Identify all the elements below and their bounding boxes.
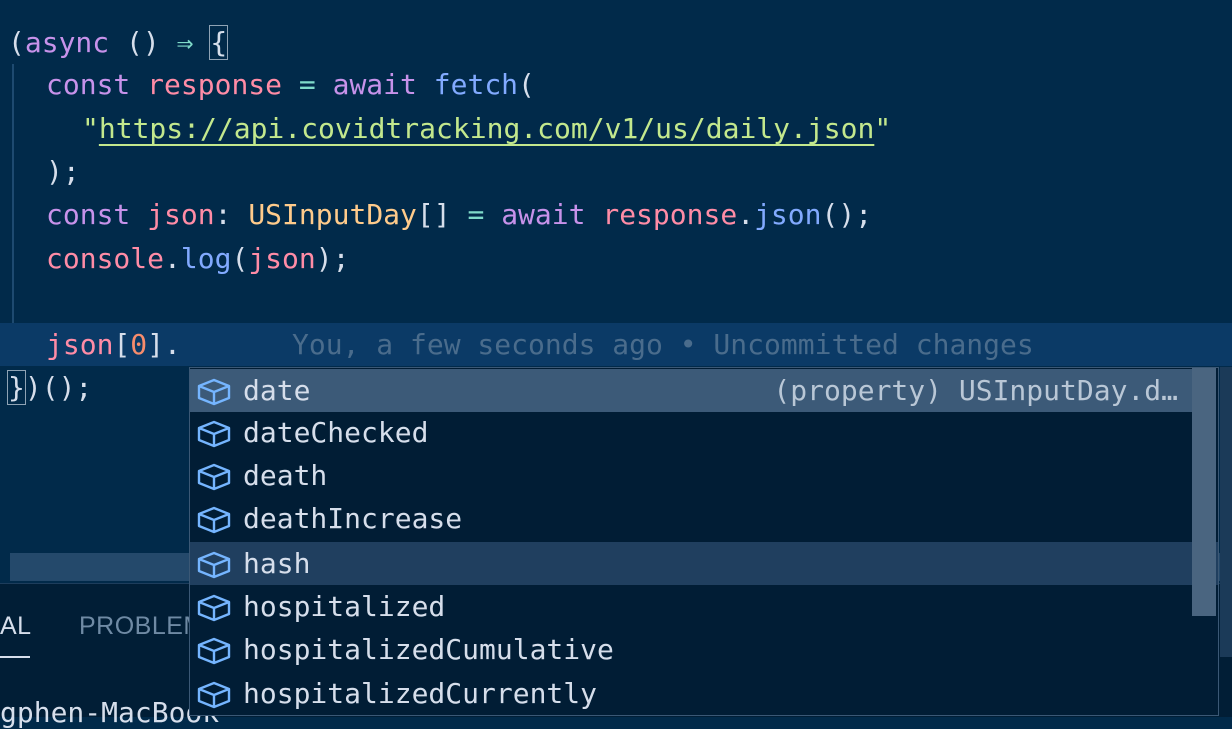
property-cube-icon — [197, 420, 231, 448]
property-cube-icon — [197, 551, 231, 579]
property-cube-icon — [197, 681, 231, 709]
suggest-item-label: deathIncrease — [243, 502, 463, 535]
editor-vertical-scrollbar[interactable] — [1220, 367, 1232, 657]
suggest-item-label: dateChecked — [243, 416, 429, 449]
code-line-8[interactable]: json[0]. — [46, 323, 181, 366]
code-line-3[interactable]: "https://api.covidtracking.com/v1/us/dai… — [82, 107, 891, 150]
suggest-scrollbar-thumb[interactable] — [1192, 368, 1216, 616]
suggest-item-label: date — [243, 374, 311, 407]
git-blame-annotation: You, a few seconds ago • Uncommitted cha… — [292, 328, 1034, 361]
property-cube-icon — [197, 594, 231, 622]
code-line-9[interactable]: })(); — [7, 366, 92, 409]
suggest-item[interactable]: hospitalizedCumulative — [190, 628, 1192, 671]
property-cube-icon — [197, 506, 231, 534]
suggest-item[interactable]: hospitalizedCurrently — [190, 672, 1192, 715]
suggest-item[interactable]: death — [190, 454, 1192, 497]
suggest-item[interactable]: date (property) USInputDay.d… — [190, 369, 1192, 412]
suggest-item-label: hash — [243, 547, 311, 580]
suggest-item-label: hospitalized — [243, 590, 446, 623]
code-line-5[interactable]: const json: USInputDay[] = await respons… — [46, 193, 872, 236]
suggest-item[interactable]: hospitalized — [190, 585, 1192, 628]
terminal-prompt[interactable]: gphen-MacBook — [0, 696, 219, 729]
matched-bracket: { — [209, 25, 229, 60]
matched-bracket: } — [7, 370, 26, 405]
url-link: https://api.covidtracking.com/v1/us/dail… — [98, 112, 875, 145]
suggest-item[interactable]: dateChecked — [190, 411, 1192, 454]
code-line-4[interactable]: ); — [46, 150, 80, 193]
indent-guide — [12, 64, 14, 366]
code-line-6[interactable]: console.log(json); — [46, 237, 349, 280]
property-cube-icon — [197, 637, 231, 665]
property-cube-icon — [197, 463, 231, 491]
property-cube-icon — [197, 378, 231, 406]
suggest-item-label: hospitalizedCurrently — [243, 677, 598, 710]
suggest-item[interactable]: hash — [190, 542, 1218, 585]
autocomplete-suggest-widget[interactable]: date (property) USInputDay.d… dateChecke… — [189, 367, 1219, 716]
suggest-item-label: death — [243, 459, 328, 492]
code-line-1[interactable]: (async () ⇒ { — [8, 21, 229, 64]
suggest-item[interactable]: deathIncrease — [190, 497, 1192, 540]
suggest-item-detail: (property) USInputDay.d… — [773, 374, 1178, 407]
suggest-item-label: hospitalizedCumulative — [243, 633, 614, 666]
tab-terminal[interactable]: AL — [0, 612, 32, 658]
code-line-2[interactable]: const response = await fetch( — [46, 63, 535, 106]
